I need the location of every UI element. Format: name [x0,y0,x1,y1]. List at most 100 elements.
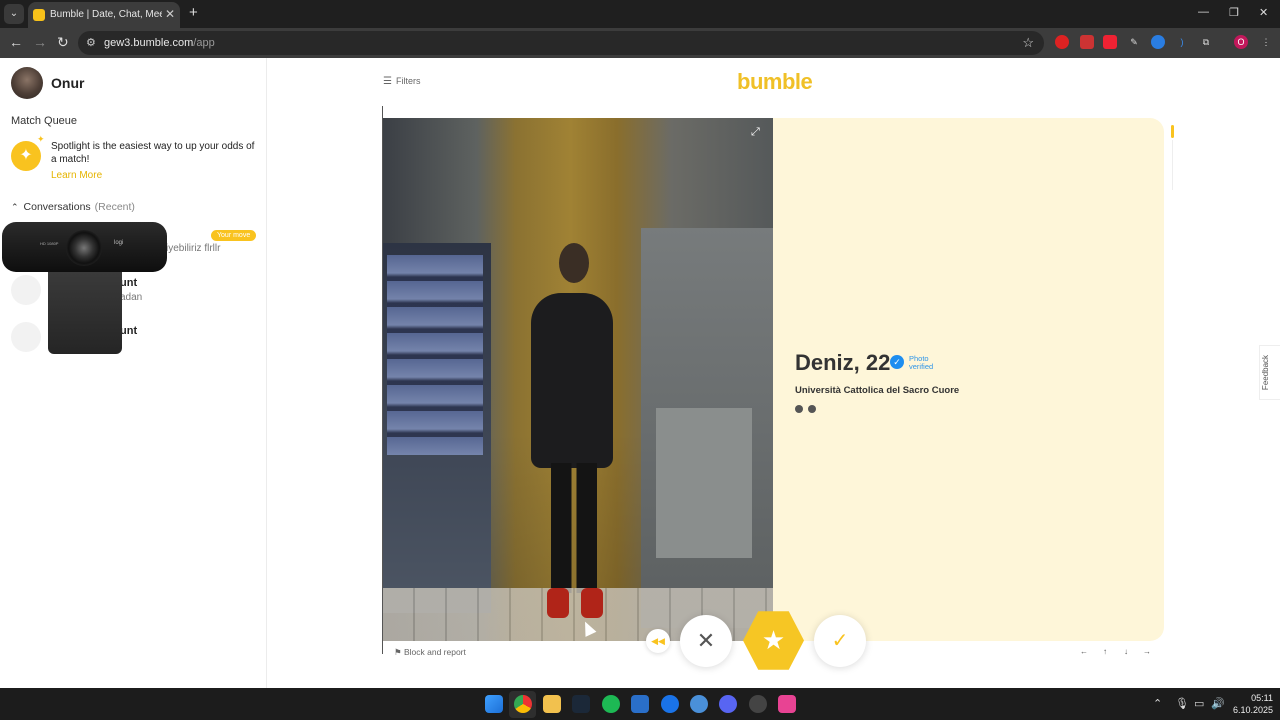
vending-panel [656,408,752,558]
extension-wave-icon[interactable]: ) [1175,35,1189,49]
steelseries-icon[interactable] [749,695,767,713]
person-body [531,293,613,468]
profile-avatar-icon[interactable]: O [1234,35,1248,49]
bumble-logo: bumble [737,69,813,94]
spotlight-icon[interactable]: ✦ [11,141,41,171]
sidebar: Onur Match Queue ✦ ✦ Spotlight is the ea… [0,58,267,688]
volume-icon[interactable]: 🔊 [1211,697,1225,710]
chrome-icon[interactable] [514,695,532,713]
tab-close-icon[interactable]: ✕ [165,7,175,21]
browser-tab[interactable]: Bumble | Date, Chat, Meet New ✕ [28,2,180,28]
info-icon [808,405,816,413]
url-text: gew3.bumble.com/app [104,37,215,49]
keyboard-down-hint: ↓ [1124,647,1128,656]
reload-icon[interactable]: ↻ [57,34,69,51]
bumble-favicon-icon [33,9,45,21]
webcam-overlay-image: HD 1080P logi [2,222,167,356]
red-shoe [581,588,603,618]
bookmark-star-icon[interactable]: ☆ [1022,35,1034,51]
webcam-logo: logi [114,240,124,246]
vending-glass [387,255,483,455]
media-player-icon[interactable] [661,695,679,713]
photo-verified-label: Photo verified [909,354,934,371]
site-info-icon[interactable]: ⚙ [86,36,96,49]
clock-time[interactable]: 05:11 [1243,693,1273,703]
settings-app-icon[interactable] [690,695,708,713]
verified-check-icon: ✓ [890,355,904,369]
profile-name-age: Deniz, 22 [795,350,891,375]
microphone-icon[interactable]: 🎙 [1175,697,1189,710]
extensions-puzzle-icon[interactable]: ⧉ [1199,35,1213,49]
tab-title: Bumble | Date, Chat, Meet New [50,9,162,20]
block-report-label: Block and report [403,647,466,657]
network-icon[interactable]: ▭ [1194,697,1204,710]
user-name[interactable]: Onur [51,75,84,91]
spotify-icon[interactable] [602,695,620,713]
vending-machine-right [641,228,773,628]
new-tab-icon[interactable]: + [189,4,198,21]
extension-blue-icon[interactable] [1151,35,1165,49]
windows-taskbar: ⌃ 🎙 ▭ 🔊 05:11 6.10.2025 [0,688,1280,720]
url-host: gew3.bumble.com [104,37,194,49]
info-icon [795,405,803,413]
conversations-filter[interactable]: (Recent) [95,201,135,213]
spotlight-text: Spotlight is the easiest way to up your … [51,141,255,165]
browser-toolbar: ← → ↻ ⚙ gew3.bumble.com/app ☆ ✎ ) ⧉ O ⋮ [0,28,1280,58]
browser-tab-bar: ⌄ Bumble | Date, Chat, Meet New ✕ + — ❐ … [0,0,1280,28]
expand-photo-icon[interactable]: ⤢ [751,126,760,139]
match-queue-title: Match Queue [11,115,78,127]
filters-icon: ☰ [383,76,392,87]
file-explorer-icon[interactable] [543,695,561,713]
paint-app-icon[interactable] [778,695,796,713]
extension-red-icon[interactable] [1055,35,1069,49]
profile-photo[interactable] [383,118,773,641]
vending-machine-left [383,243,491,613]
filters-label: Filters [395,76,421,86]
start-menu-icon[interactable] [485,695,503,713]
url-path: /app [193,37,215,49]
scroll-track[interactable] [1172,140,1173,190]
tab-search-icon[interactable]: ⌄ [4,4,24,24]
extension-pen-icon[interactable]: ✎ [1127,35,1141,49]
steam-icon[interactable] [572,695,590,713]
profile-school: Università Cattolica del Sacro Cuore [795,385,960,396]
browser-menu-icon[interactable]: ⋮ [1259,35,1273,49]
webcam-model-label: HD 1080P [40,241,59,246]
keyboard-right-hint: → [1143,647,1151,656]
feedback-label: Feedback [1261,354,1271,391]
your-move-badge: Your move [211,230,257,241]
conversation-preview[interactable]: iyebiliriz flrllr [166,243,220,254]
photos-icon[interactable] [631,695,649,713]
person-legs [551,463,597,593]
webcam-lens [66,230,102,266]
back-icon[interactable]: ← [9,34,23,50]
flag-icon: ⚑ [394,647,404,657]
scroll-indicator[interactable] [1171,125,1174,138]
window-close-icon[interactable]: ✕ [1259,6,1268,19]
like-button[interactable]: ✓ [814,615,866,667]
tray-overflow-icon[interactable]: ⌃ [1153,697,1162,710]
restore-icon[interactable]: ❐ [1229,6,1239,19]
person-head [559,243,589,283]
minimize-icon[interactable]: — [1198,6,1209,18]
block-and-report-link[interactable]: ⚑ Block and report [394,647,466,658]
user-avatar[interactable] [11,67,43,99]
extension-tp-icon[interactable] [1103,35,1117,49]
discord-icon[interactable] [719,695,737,713]
conversations-title: Conversations [23,201,91,213]
extension-calendar-icon[interactable] [1080,35,1094,49]
chevron-up-icon[interactable]: ⌃ [11,202,19,212]
red-shoe [547,588,569,618]
filters-button[interactable]: ☰ Filters [383,76,420,87]
conversations-header[interactable]: ⌃ Conversations (Recent) [11,201,135,213]
forward-icon[interactable]: → [33,34,47,50]
webcam-stand [48,272,122,354]
sparkle-icon: ✦ [37,134,45,144]
webcam-body: HD 1080P logi [2,222,167,272]
learn-more-link[interactable]: Learn More [51,170,102,181]
address-bar[interactable]: ⚙ gew3.bumble.com/app ☆ [78,31,1044,55]
clock-date[interactable]: 6.10.2025 [1226,705,1273,715]
rewind-button[interactable]: ◀◀ [646,629,670,653]
pass-button[interactable]: ✕ [680,615,732,667]
feedback-tab[interactable]: Feedback [1259,345,1280,400]
